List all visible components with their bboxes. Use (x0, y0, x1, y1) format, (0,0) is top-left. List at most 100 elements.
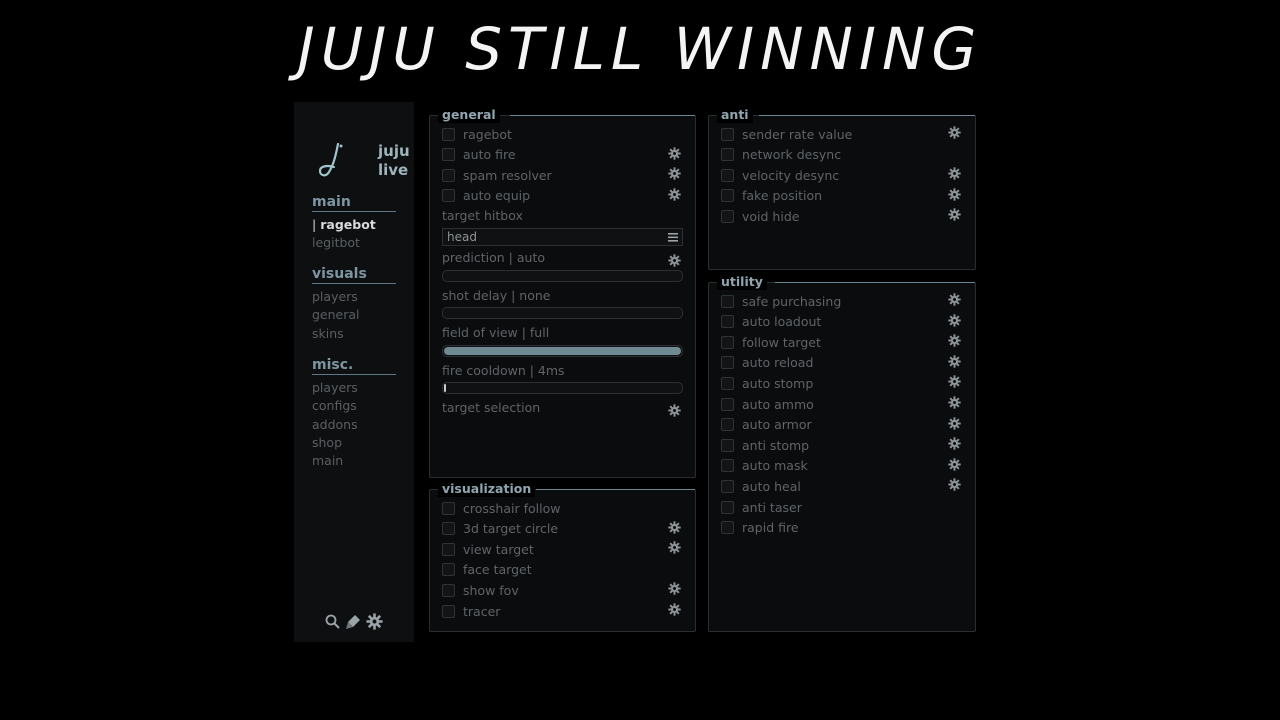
toggle-auto-mask[interactable]: auto mask (721, 456, 963, 476)
checkbox[interactable] (442, 583, 455, 597)
gear-icon[interactable] (668, 146, 683, 162)
nav-item-misc-players[interactable]: players (312, 379, 396, 397)
toggle-network-desync[interactable]: network desync (721, 145, 963, 165)
nav-item-legitbot[interactable]: legitbot (312, 234, 396, 252)
prediction-gear-icon[interactable] (668, 252, 683, 267)
checkbox[interactable] (721, 479, 734, 493)
nav-item-misc-main[interactable]: main (312, 452, 396, 470)
nav-item-players[interactable]: players (312, 288, 396, 306)
prediction-label: prediction | auto (442, 250, 546, 265)
gear-icon[interactable] (948, 334, 963, 349)
nav-item-ragebot[interactable]: ragebot (312, 216, 396, 234)
checkbox[interactable] (721, 335, 734, 349)
gear-icon[interactable] (948, 167, 963, 182)
checkbox[interactable] (442, 127, 455, 141)
toggle-follow-target[interactable]: follow target (721, 332, 963, 352)
target-selection-gear-icon[interactable] (668, 402, 683, 417)
toggle-safe-purchasing[interactable]: safe purchasing (721, 291, 963, 311)
toggle-anti-stomp[interactable]: anti stomp (721, 435, 963, 455)
gear-icon[interactable] (948, 458, 963, 473)
checkbox[interactable] (721, 294, 734, 308)
gear-icon[interactable] (668, 167, 683, 182)
toggle-sender-rate-value[interactable]: sender rate value (721, 124, 963, 144)
prediction-slider[interactable] (442, 270, 683, 282)
gear-icon[interactable] (948, 478, 963, 493)
general-panel-title: general (438, 107, 500, 123)
toggle-anti-taser[interactable]: anti taser (721, 497, 963, 517)
toggle-auto-fire[interactable]: auto fire (442, 145, 683, 165)
gear-icon[interactable] (948, 437, 963, 452)
checkbox[interactable] (721, 500, 734, 514)
gear-icon[interactable] (948, 208, 963, 223)
checkbox[interactable] (721, 315, 734, 329)
toggle-ragebot[interactable]: ragebot (442, 124, 683, 144)
gear-icon[interactable] (668, 582, 683, 597)
checkbox[interactable] (721, 168, 734, 182)
gear-icon[interactable] (948, 416, 963, 432)
toggle-fake-position[interactable]: fake position (721, 186, 963, 206)
gear-icon[interactable] (948, 126, 963, 141)
gear-icon[interactable] (668, 541, 683, 556)
nav-item-general[interactable]: general (312, 306, 396, 324)
gear-icon[interactable] (948, 355, 963, 370)
brush-icon[interactable] (345, 613, 362, 630)
checkbox[interactable] (721, 397, 734, 411)
toggle-label: auto equip (463, 188, 531, 204)
checkbox[interactable] (721, 418, 734, 432)
fov-slider[interactable] (442, 345, 683, 357)
checkbox[interactable] (442, 604, 455, 618)
gear-icon[interactable] (948, 396, 963, 411)
checkbox[interactable] (721, 127, 734, 141)
gear-icon[interactable] (948, 313, 963, 329)
gear-icon[interactable] (366, 613, 383, 630)
gear-icon[interactable] (668, 188, 683, 203)
toggle-auto-ammo[interactable]: auto ammo (721, 394, 963, 414)
toggle-auto-loadout[interactable]: auto loadout (721, 312, 963, 332)
toggle-auto-heal[interactable]: auto heal (721, 476, 963, 496)
checkbox[interactable] (442, 522, 455, 536)
nav-item-addons[interactable]: addons (312, 416, 396, 434)
checkbox[interactable] (721, 376, 734, 390)
checkbox[interactable] (442, 542, 455, 556)
checkbox[interactable] (442, 501, 455, 515)
checkbox[interactable] (442, 563, 455, 577)
fire-cooldown-slider[interactable] (442, 382, 683, 394)
toggle-auto-equip[interactable]: auto equip (442, 186, 683, 206)
toggle-crosshair-follow[interactable]: crosshair follow (442, 498, 683, 518)
toggle-view-target[interactable]: view target (442, 539, 683, 559)
gear-icon[interactable] (948, 293, 963, 308)
toggle-auto-stomp[interactable]: auto stomp (721, 373, 963, 393)
nav-item-skins[interactable]: skins (312, 325, 396, 343)
shot-delay-slider[interactable] (442, 307, 683, 319)
target-hitbox-dropdown[interactable]: head (442, 228, 683, 246)
checkbox[interactable] (721, 209, 734, 223)
toggle-show-fov[interactable]: show fov (442, 580, 683, 600)
toggle-velocity-desync[interactable]: velocity desync (721, 165, 963, 185)
checkbox[interactable] (721, 189, 734, 203)
toggle-void-hide[interactable]: void hide (721, 206, 963, 226)
toggle-tracer[interactable]: tracer (442, 601, 683, 621)
nav-item-configs[interactable]: configs (312, 397, 396, 415)
checkbox[interactable] (721, 148, 734, 162)
checkbox[interactable] (721, 356, 734, 370)
toggle-rapid-fire[interactable]: rapid fire (721, 518, 963, 538)
toggle-spam-resolver[interactable]: spam resolver (442, 165, 683, 185)
gear-icon[interactable] (668, 520, 683, 536)
gear-icon[interactable] (668, 603, 683, 618)
toggle-auto-armor[interactable]: auto armor (721, 415, 963, 435)
search-icon[interactable] (324, 613, 341, 630)
checkbox[interactable] (721, 521, 734, 535)
toggle-label: anti stomp (742, 437, 810, 453)
checkbox[interactable] (442, 168, 455, 182)
toggle-auto-reload[interactable]: auto reload (721, 353, 963, 373)
checkbox[interactable] (721, 459, 734, 473)
gear-icon[interactable] (948, 375, 963, 390)
checkbox[interactable] (721, 438, 734, 452)
nav-item-shop[interactable]: shop (312, 434, 396, 452)
checkbox[interactable] (442, 189, 455, 203)
gear-icon[interactable] (948, 188, 963, 203)
toggle-label: auto ammo (742, 396, 814, 412)
toggle-face-target[interactable]: face target (442, 560, 683, 580)
checkbox[interactable] (442, 148, 455, 162)
toggle-3d-target-circle[interactable]: 3d target circle (442, 519, 683, 539)
